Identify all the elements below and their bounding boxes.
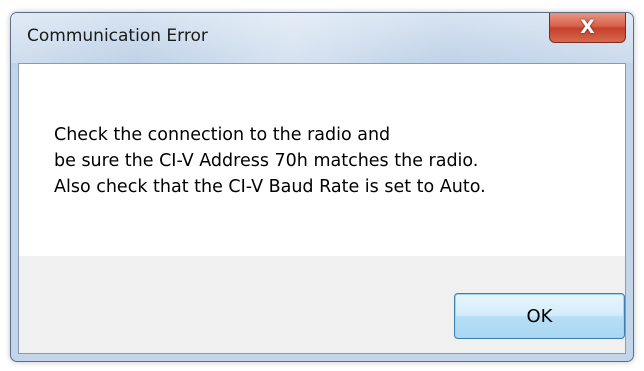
message-line-3: Also check that the CI-V Baud Rate is se… bbox=[54, 177, 486, 197]
button-area: OK bbox=[19, 256, 625, 353]
close-icon: X bbox=[580, 15, 595, 38]
message-line-1: Check the connection to the radio and bbox=[54, 125, 391, 145]
message-area: Check the connection to the radio and be… bbox=[19, 64, 625, 256]
ok-button[interactable]: OK bbox=[454, 293, 625, 339]
close-button[interactable]: X bbox=[549, 13, 626, 43]
error-message: Check the connection to the radio and be… bbox=[54, 122, 486, 200]
dialog-title: Communication Error bbox=[27, 26, 208, 46]
dialog-body: Check the connection to the radio and be… bbox=[18, 63, 626, 354]
message-line-2: be sure the CI-V Address 70h matches the… bbox=[54, 151, 479, 171]
title-bar[interactable]: Communication Error X bbox=[11, 13, 633, 63]
error-dialog: Communication Error X Check the connecti… bbox=[10, 12, 634, 362]
